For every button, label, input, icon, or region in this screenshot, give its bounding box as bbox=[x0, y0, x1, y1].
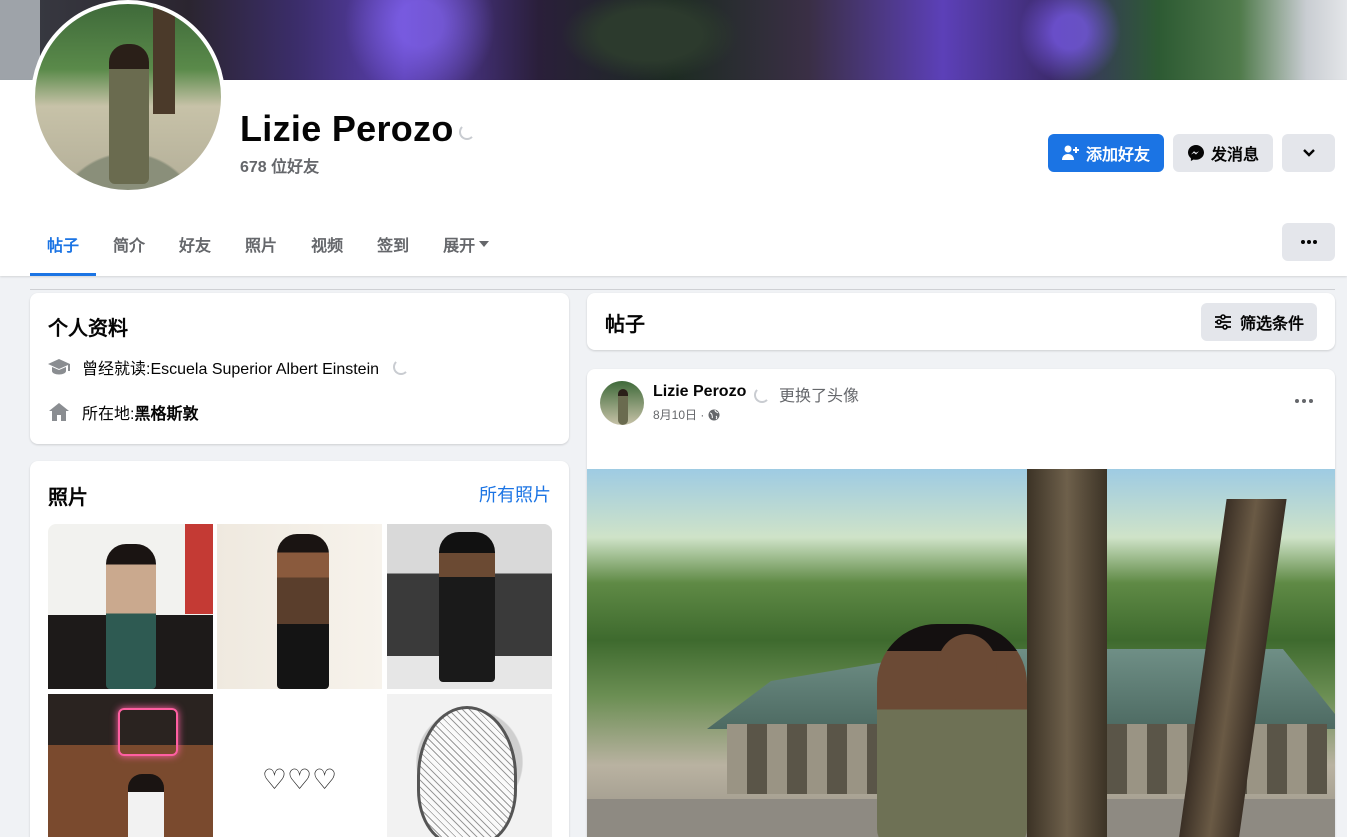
tab-more[interactable]: 展开 bbox=[426, 212, 506, 276]
education-prefix: 曾经就读: bbox=[82, 361, 151, 378]
photos-card: 照片 所有照片 ♡♡♡ bbox=[30, 461, 569, 837]
education-text: 曾经就读:Escuela Superior Albert Einstein bbox=[82, 355, 379, 379]
intro-location: 所在地:黑格斯敦 bbox=[48, 400, 198, 424]
posts-header-card: 帖子 筛选条件 bbox=[587, 293, 1335, 350]
sliders-icon bbox=[1214, 314, 1231, 330]
location-link[interactable]: 黑格斯敦 bbox=[134, 406, 198, 423]
friends-count[interactable]: 678 位好友 bbox=[240, 153, 319, 177]
photo-thumbnail[interactable] bbox=[48, 524, 213, 689]
ellipsis-icon bbox=[1295, 399, 1313, 403]
intro-card: 个人资料 曾经就读:Escuela Superior Albert Einste… bbox=[30, 293, 569, 444]
photo-thumbnail[interactable] bbox=[217, 524, 382, 689]
profile-tabs: 帖子 简介 好友 照片 视频 签到 展开 bbox=[30, 212, 506, 276]
profile-avatar[interactable] bbox=[31, 0, 225, 194]
photo-thumbnail[interactable] bbox=[48, 694, 213, 837]
tab-label: 帖子 bbox=[47, 238, 80, 255]
home-icon bbox=[48, 401, 70, 423]
profile-name: Lizie Perozo bbox=[240, 108, 454, 149]
hearts-drawing: ♡♡♡ bbox=[261, 763, 338, 795]
post-options-button[interactable] bbox=[1295, 387, 1313, 408]
tab-label: 照片 bbox=[245, 238, 278, 255]
tab-photos[interactable]: 照片 bbox=[228, 212, 294, 276]
photos-title: 照片 bbox=[48, 487, 88, 509]
filter-label: 筛选条件 bbox=[1239, 316, 1304, 333]
messenger-icon bbox=[1187, 145, 1204, 161]
post-card: Lizie Perozo 更换了头像 8月10日 · bbox=[587, 369, 1335, 837]
post-author-name[interactable]: Lizie Perozo bbox=[653, 383, 746, 401]
post-image[interactable] bbox=[587, 469, 1335, 837]
intro-title: 个人资料 bbox=[48, 318, 128, 340]
tab-label: 展开 bbox=[443, 238, 476, 255]
ellipsis-icon bbox=[1300, 240, 1317, 244]
graduation-cap-icon bbox=[48, 356, 70, 378]
tab-label: 签到 bbox=[377, 238, 410, 255]
photo-thumbnail[interactable] bbox=[387, 694, 552, 837]
profile-dropdown-button[interactable] bbox=[1282, 134, 1335, 172]
post-date: 8月10日 · bbox=[653, 408, 705, 422]
tab-checkins[interactable]: 签到 bbox=[360, 212, 426, 276]
post-action-text: 更换了头像 bbox=[779, 388, 860, 405]
more-options-button[interactable] bbox=[1282, 223, 1335, 261]
post-author-avatar[interactable] bbox=[600, 381, 644, 425]
globe-icon bbox=[708, 409, 720, 420]
tab-posts[interactable]: 帖子 bbox=[30, 212, 97, 276]
message-button[interactable]: 发消息 bbox=[1173, 134, 1273, 172]
message-label: 发消息 bbox=[1210, 147, 1259, 164]
add-friend-label: 添加好友 bbox=[1085, 147, 1150, 164]
photo-thumbnail[interactable]: ♡♡♡ bbox=[217, 694, 382, 837]
loading-spinner-icon bbox=[393, 359, 410, 375]
loading-spinner-icon bbox=[754, 387, 770, 403]
chevron-down-icon bbox=[1302, 149, 1315, 157]
photo-thumbnail[interactable] bbox=[387, 524, 552, 689]
loading-spinner-icon bbox=[459, 124, 475, 140]
tab-about[interactable]: 简介 bbox=[96, 212, 162, 276]
intro-education: 曾经就读:Escuela Superior Albert Einstein bbox=[48, 355, 410, 379]
tab-label: 视频 bbox=[311, 238, 344, 255]
posts-title: 帖子 bbox=[605, 314, 645, 336]
all-photos-link[interactable]: 所有照片 bbox=[479, 481, 551, 507]
tab-friends[interactable]: 好友 bbox=[162, 212, 228, 276]
person-plus-icon bbox=[1061, 145, 1079, 160]
tab-label: 简介 bbox=[113, 238, 146, 255]
tab-label: 好友 bbox=[179, 238, 212, 255]
filter-button[interactable]: 筛选条件 bbox=[1201, 303, 1317, 341]
caret-down-icon bbox=[479, 241, 490, 247]
tab-videos[interactable]: 视频 bbox=[294, 212, 360, 276]
post-timestamp[interactable]: 8月10日 · bbox=[653, 406, 720, 423]
divider bbox=[30, 289, 1335, 290]
location-prefix: 所在地: bbox=[82, 406, 135, 423]
add-friend-button[interactable]: 添加好友 bbox=[1048, 134, 1164, 172]
school-link[interactable]: Escuela Superior Albert Einstein bbox=[150, 361, 379, 378]
location-text: 所在地:黑格斯敦 bbox=[82, 400, 198, 424]
